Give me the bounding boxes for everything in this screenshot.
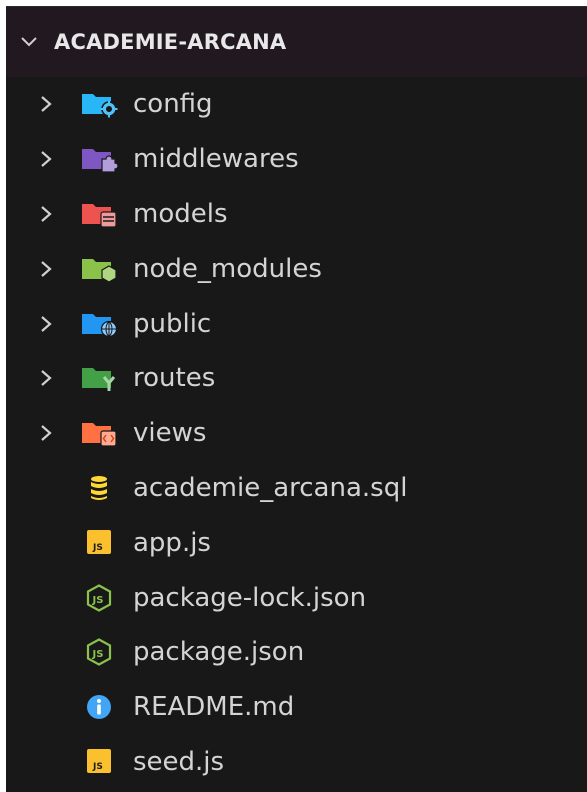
file-package-lock-json[interactable]: JS package-lock.json — [6, 570, 587, 625]
chevron-right-icon[interactable] — [39, 367, 69, 389]
file-explorer: ACADEMIE-ARCANA config middlewares model… — [6, 6, 587, 792]
svg-text:JS: JS — [92, 543, 103, 553]
svg-text:JS: JS — [92, 762, 103, 772]
svg-text:JS: JS — [92, 595, 104, 606]
folder-node-modules[interactable]: node_modules — [6, 241, 587, 296]
folder-label: config — [133, 89, 213, 120]
chevron-right-icon[interactable] — [39, 93, 69, 115]
file-academie-arcana-sql[interactable]: academie_arcana.sql — [6, 461, 587, 516]
file-app-js[interactable]: JS app.js — [6, 515, 587, 570]
chevron-right-icon[interactable] — [39, 148, 69, 170]
nodejs-icon: JS — [79, 637, 119, 667]
file-label: README.md — [133, 692, 295, 723]
folder-views-icon — [79, 418, 119, 448]
database-icon — [79, 473, 119, 503]
folder-node-icon — [79, 254, 119, 284]
chevron-right-icon[interactable] — [39, 203, 69, 225]
file-label: seed.js — [133, 746, 225, 777]
file-label: package-lock.json — [133, 582, 367, 613]
svg-text:JS: JS — [92, 649, 104, 660]
folder-views[interactable]: views — [6, 406, 587, 461]
file-label: package.json — [133, 637, 305, 668]
folder-label: views — [133, 418, 207, 449]
folder-public-icon — [79, 309, 119, 339]
nodejs-icon: JS — [79, 583, 119, 613]
folder-label: routes — [133, 363, 216, 394]
javascript-icon: JS — [79, 528, 119, 558]
folder-config-icon — [79, 89, 119, 119]
folder-label: node_modules — [133, 253, 322, 284]
folder-middlewares[interactable]: middlewares — [6, 132, 587, 187]
folder-label: middlewares — [133, 144, 299, 175]
folder-public[interactable]: public — [6, 296, 587, 351]
file-label: academie_arcana.sql — [133, 472, 408, 503]
chevron-right-icon[interactable] — [39, 422, 69, 444]
folder-models[interactable]: models — [6, 187, 587, 242]
folder-database-icon — [79, 199, 119, 229]
folder-middleware-icon — [79, 144, 119, 174]
chevron-right-icon[interactable] — [39, 258, 69, 280]
folder-label: models — [133, 198, 228, 229]
file-tree: config middlewares models node_modules p… — [6, 77, 587, 789]
folder-config[interactable]: config — [6, 77, 587, 132]
root-folder-name: ACADEMIE-ARCANA — [54, 30, 287, 54]
root-folder-header[interactable]: ACADEMIE-ARCANA — [6, 7, 587, 77]
info-icon — [79, 692, 119, 722]
folder-label: public — [133, 308, 212, 339]
file-label: app.js — [133, 527, 211, 558]
javascript-icon: JS — [79, 747, 119, 777]
file-readme-md[interactable]: README.md — [6, 680, 587, 735]
chevron-down-icon[interactable] — [18, 31, 40, 53]
file-package-json[interactable]: JS package.json — [6, 625, 587, 680]
folder-routes[interactable]: routes — [6, 351, 587, 406]
chevron-right-icon[interactable] — [39, 313, 69, 335]
folder-routes-icon — [79, 363, 119, 393]
file-seed-js[interactable]: JS seed.js — [6, 735, 587, 790]
